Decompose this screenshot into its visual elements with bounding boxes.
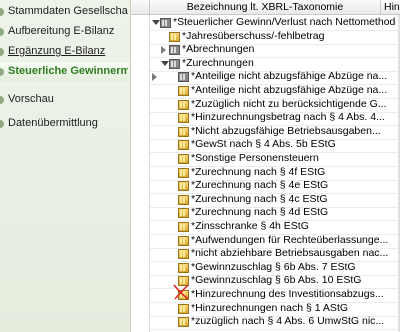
column-header-bezeichnung[interactable]: Bezeichnung lt. XBRL-Taxonomie — [150, 0, 381, 14]
tree-row-label: *Zurechnungen — [182, 56, 254, 69]
nav-item-label: Vorschau — [8, 93, 54, 105]
tree-row-label: *Hinzurechnungen nach § 1 AStG — [191, 301, 349, 314]
position-node-icon — [178, 86, 189, 96]
tree-row-label: *Sonstige Personensteuern — [191, 152, 319, 164]
nav-item-3[interactable]: Steuerliche Gewinnermi... — [0, 62, 130, 82]
nav-bullet-icon — [0, 48, 4, 56]
tree-row-label: *Anteilige nicht abzugsfähige Abzüge na.… — [191, 84, 388, 96]
grouping-node-icon — [178, 72, 189, 83]
position-node-icon — [178, 154, 189, 164]
tree-header: Bezeichnung lt. XBRL-Taxonomie Hin — [131, 0, 400, 15]
grouping-node-icon — [169, 58, 180, 69]
nav-bullet-icon — [0, 120, 4, 128]
nav-item-label: Aufbereitung E-Bilanz — [8, 25, 115, 37]
nav-item-5[interactable]: Datenübermittlung — [0, 114, 130, 134]
navigation-sidebar: Stammdaten Gesellschafter Aufbereitung E-… — [0, 0, 131, 332]
tree-row-label: *Hinzurechnungsbetrag nach § 4 Abs. 4... — [191, 111, 385, 124]
position-node-icon — [178, 208, 189, 219]
nav-bullet-icon — [0, 68, 4, 76]
expand-arrow-icon[interactable] — [161, 46, 166, 55]
nav-item-label: Steuerliche Gewinnermi... — [8, 65, 128, 77]
tree-row-label: *Zinsschranke § 4h EStG — [191, 220, 309, 232]
tree-row-label: *Gewinnzuschlag § 6b Abs. 10 EStG — [191, 274, 362, 287]
position-node-icon — [178, 194, 189, 205]
nav-item-label: Ergänzung E-Bilanz — [8, 45, 106, 57]
position-node-icon — [178, 222, 189, 232]
position-node-icon — [178, 140, 189, 151]
tree-row-label: *Zurechnung nach § 4f EStG — [191, 165, 326, 178]
tree-row-label: *GewSt nach § 4 Abs. 5b EStG — [191, 138, 336, 151]
nav-item-label: Stammdaten Gesellschafter — [8, 5, 128, 17]
position-node-icon — [178, 235, 189, 246]
position-node-icon — [178, 181, 189, 192]
nav-bullet-icon — [0, 28, 4, 36]
tree-row[interactable]: *zuzüglich nach § 4 Abs. 6 UmwStG nic... — [150, 314, 400, 331]
tree-row-label: *Hinzurechnung des Investitionsabzugs... — [191, 288, 384, 300]
nav-bullet-icon — [0, 8, 4, 16]
nav-item-4[interactable]: Vorschau — [0, 90, 130, 110]
nav-item-2[interactable]: Ergänzung E-Bilanz — [0, 42, 130, 62]
tree-row-label: *Zuzüglich nicht zu berücksichtigende G.… — [191, 97, 387, 110]
position-node-icon — [178, 303, 189, 314]
tree-row-label: *Gewinnzuschlag § 6b Abs. 7 EStG — [191, 260, 356, 273]
nav-item-0[interactable]: Stammdaten Gesellschafter — [0, 2, 130, 22]
tree-row-label: *Anteilige nicht abzugsfähige Abzüge na.… — [191, 70, 388, 83]
tree-row-label: *Steuerlicher Gewinn/Verlust nach Nettom… — [173, 16, 396, 28]
column-header-hinweis[interactable]: Hin — [381, 0, 400, 14]
collapse-arrow-icon[interactable] — [152, 20, 160, 25]
position-node-icon — [178, 113, 189, 124]
tree-row-label: *Zurechnung nach § 4e EStG — [191, 179, 329, 192]
nav-item-label: Datenübermittlung — [8, 117, 98, 129]
nav-bullet-icon — [0, 96, 4, 104]
tree-row-label: *Aufwendungen für Rechteüberlassunge... — [191, 233, 389, 246]
tree-row-label: *Jahresüberschuss/-fehlbetrag — [182, 29, 325, 42]
tree-row-label: *zuzüglich nach § 4 Abs. 6 UmwStG nic... — [191, 315, 385, 328]
collapse-arrow-icon[interactable] — [161, 60, 169, 66]
position-node-icon — [178, 99, 189, 110]
tree-row-label: *nicht abziehbare Betriebsausgaben nac..… — [191, 247, 389, 260]
tree-row-label: *Zurechnung nach § 4d EStG — [191, 206, 329, 219]
position-node-icon — [169, 31, 180, 42]
position-node-icon — [178, 317, 189, 328]
tree-row-label: *Abrechnungen — [182, 43, 255, 56]
position-node-icon — [178, 262, 189, 273]
grouping-node-icon — [160, 18, 171, 28]
grouping-node-icon — [169, 45, 180, 56]
position-node-icon — [178, 126, 189, 137]
position-node-icon — [178, 249, 189, 260]
tree-row-label: *Nicht abzugsfähige Betriebsausgaben... — [191, 124, 381, 137]
expand-arrow-icon[interactable] — [152, 73, 157, 82]
red-x-annotation — [173, 284, 189, 300]
tree-row-label: *Zurechnung nach § 4c EStG — [191, 192, 328, 205]
row-gutter — [131, 15, 150, 332]
gutter-column-header — [131, 0, 150, 14]
nav-item-1[interactable]: Aufbereitung E-Bilanz — [0, 22, 130, 42]
position-node-icon — [178, 167, 189, 178]
